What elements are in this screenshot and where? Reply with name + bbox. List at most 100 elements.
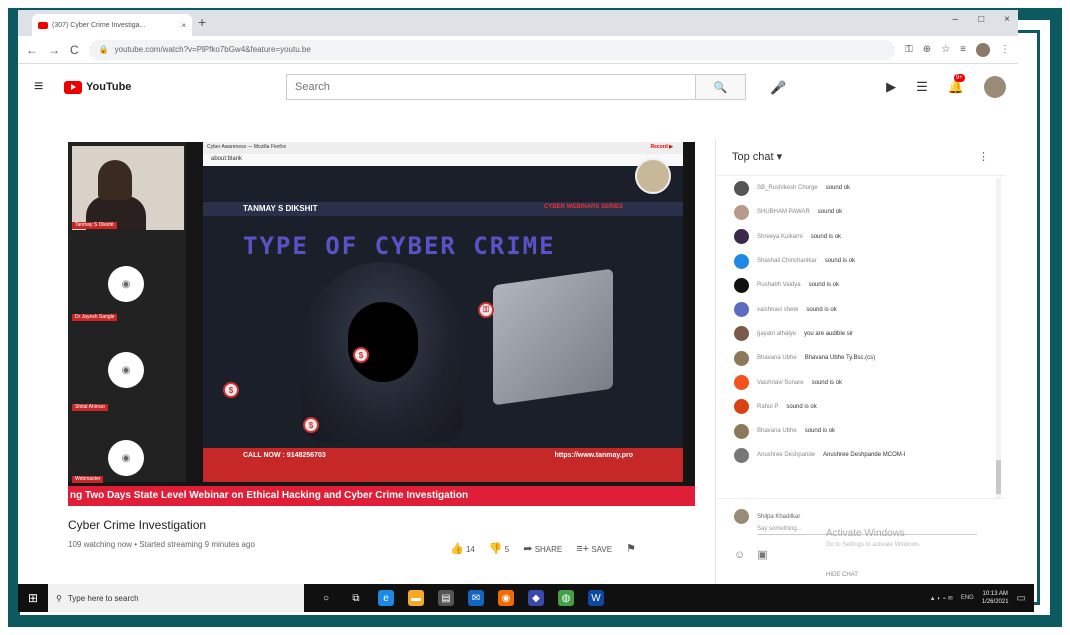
clock-time: 10:13 AM (982, 591, 1008, 597)
hide-chat-button[interactable]: HIDE CHAT (826, 572, 858, 578)
taskbar-search[interactable]: ⚲ Type here to search (48, 584, 304, 612)
edge-icon[interactable]: e (378, 590, 394, 606)
save-label: SAVE (591, 544, 613, 554)
playlist-add-icon: ≡+ (576, 542, 590, 555)
hooded-hacker-image (303, 262, 463, 442)
lock-coin-icon: ⚿ (478, 302, 494, 318)
video-title: Cyber Crime Investigation (68, 518, 207, 532)
create-video-icon[interactable]: ▶ (886, 79, 896, 95)
youtube-logo-text: YouTube (86, 81, 132, 93)
chat-message: SB_Rushikesh Chorge sound ok (734, 176, 996, 200)
firefox-icon[interactable]: ◉ (498, 590, 514, 606)
minimize-button[interactable]: – (953, 14, 959, 25)
notification-center-icon[interactable]: ▭ (1017, 593, 1026, 604)
dollar-coin-icon: $ (353, 347, 369, 363)
chat-avatar (734, 253, 749, 269)
chat-scroll-thumb[interactable] (996, 460, 1001, 494)
windows-start-icon[interactable]: ⊞ (18, 591, 48, 605)
youtube-play-icon (64, 80, 82, 94)
mail-icon[interactable]: ✉ (468, 590, 484, 606)
presenter-camera (72, 146, 184, 230)
super-chat-icon[interactable]: ▣ (757, 548, 767, 561)
new-tab-button[interactable]: + (198, 14, 206, 30)
more-options-icon[interactable]: ⋮ (978, 150, 989, 163)
thumbs-up-icon: 👍 (450, 543, 464, 555)
chat-author: Bhavana Ubhe (757, 428, 797, 435)
chat-author: Shashali Chinchanikar (757, 258, 817, 265)
word-icon[interactable]: W (588, 590, 604, 606)
top-chat-dropdown[interactable]: Top chat ▾ (732, 150, 782, 163)
dollar-coin-icon: $ (223, 382, 239, 398)
app-icon[interactable]: ◆ (528, 590, 544, 606)
taskbar-search-text: Type here to search (67, 593, 139, 603)
star-icon[interactable]: ☆ (941, 44, 950, 55)
firefox-title: Cyber Awareness — Mozilla Firefox (207, 144, 287, 150)
microphone-icon[interactable]: 🎤 (770, 80, 786, 96)
firefox-titlebar: Cyber Awareness — Mozilla Firefox Record… (203, 142, 683, 154)
thumbs-down-icon: 👎 (488, 543, 503, 555)
video-actions: 👍 14 👎 5 ➦ SHARE ≡+ SAVE ⚑ (450, 542, 636, 556)
chat-text: you are audible sir (804, 330, 854, 337)
account-avatar[interactable] (984, 76, 1006, 98)
chat-author: SHUBHAM PAWAR (757, 209, 810, 216)
back-icon[interactable]: ← (26, 43, 38, 57)
store-icon[interactable]: ▤ (438, 590, 454, 606)
browser-window: (307) Cyber Crime Investiga... × + – □ ×… (18, 10, 1018, 584)
chat-author: Bhavana Ubhe (757, 355, 797, 362)
website-text: https://www.tanmay.pro (554, 452, 633, 459)
youtube-logo[interactable]: YouTube (64, 80, 244, 94)
chat-author: Anushree Deshpande (757, 452, 816, 459)
chat-avatar (734, 302, 749, 318)
profile-icon[interactable] (976, 42, 990, 57)
save-button[interactable]: ≡+ SAVE (576, 543, 612, 555)
key-icon[interactable]: ⚿ (905, 44, 913, 55)
lock-icon: 🔒 (98, 45, 109, 54)
search-input[interactable] (287, 75, 695, 99)
screenshot-frame: (307) Cyber Crime Investiga... × + – □ ×… (0, 0, 1070, 635)
extensions-icon[interactable]: ≡ (960, 44, 966, 55)
chat-message: Shreeya Kulkarni sound is ok (734, 225, 996, 249)
slide-title: TYPE OF CYBER CRIME (243, 232, 556, 260)
reload-icon[interactable]: C (70, 43, 79, 57)
share-button[interactable]: ➦ SHARE (523, 542, 562, 555)
cortana-icon[interactable]: ○ (318, 590, 334, 606)
chat-message: Bhavana Ubhe sound is ok (734, 419, 996, 443)
hamburger-menu-icon[interactable]: ≡ (34, 78, 64, 96)
close-window-button[interactable]: × (1004, 14, 1010, 25)
search-button[interactable]: 🔍 (695, 75, 745, 99)
chat-text: sound is ok (811, 379, 842, 386)
chat-author: SB_Rushikesh Chorge (757, 185, 818, 192)
language-indicator[interactable]: ENG (961, 595, 974, 601)
tray-icons[interactable]: ▲ ◐ ⌁ ✉ (930, 595, 953, 602)
like-button[interactable]: 👍 14 (450, 542, 475, 555)
notifications-icon[interactable]: 🔔 9+ (948, 74, 965, 95)
chat-message: Bhavana Ubhe Bhavana Ubhe Ty.Bsc.(cs) (734, 346, 996, 370)
chat-toolbar: ☺ ▣ (734, 548, 768, 562)
taskbar-apps: ○ ⧉ e ▬ ▤ ✉ ◉ ◆ ◍ W (318, 590, 604, 606)
chat-current-user: Shilpa Khadilkar (734, 509, 987, 524)
tab-close-icon[interactable]: × (181, 21, 186, 30)
presenter-photo (635, 158, 671, 194)
series-label: CYBER WEBINARS SERIES (543, 204, 623, 210)
task-view-icon[interactable]: ⧉ (348, 590, 364, 606)
chrome-icon[interactable]: ◍ (558, 590, 574, 606)
forward-icon[interactable]: → (48, 43, 60, 57)
emoji-icon[interactable]: ☺ (734, 549, 745, 561)
maximize-button[interactable]: □ (978, 14, 984, 25)
flag-icon[interactable]: ⚑ (626, 542, 636, 555)
apps-grid-icon[interactable]: ☰ (916, 79, 928, 95)
clock[interactable]: 10:13 AM 1/26/2021 (982, 590, 1009, 606)
chat-message: SHUBHAM PAWAR sound ok (734, 200, 996, 224)
video-player[interactable]: Tanmay S Dikshit ◉ Dr Jayesh Sangle ◉ Sh… (68, 142, 695, 506)
chat-scrollbar[interactable] (996, 178, 1001, 498)
menu-icon[interactable]: ⋮ (1000, 44, 1010, 55)
zoom-icon[interactable]: ⊕ (923, 44, 931, 55)
browser-tab[interactable]: (307) Cyber Crime Investiga... × (32, 14, 192, 36)
chat-user-avatar (734, 509, 749, 524)
participant-avatar-icon: ◉ (108, 266, 144, 302)
url-field[interactable]: 🔒 youtube.com/watch?v=PlPfko7bGw4&featur… (88, 39, 896, 60)
dislike-button[interactable]: 👎 5 (489, 542, 509, 555)
file-explorer-icon[interactable]: ▬ (408, 590, 424, 606)
header-actions: ▶ ☰ 🔔 9+ (886, 74, 1006, 98)
chat-author: Shreeya Kulkarni (757, 233, 803, 240)
